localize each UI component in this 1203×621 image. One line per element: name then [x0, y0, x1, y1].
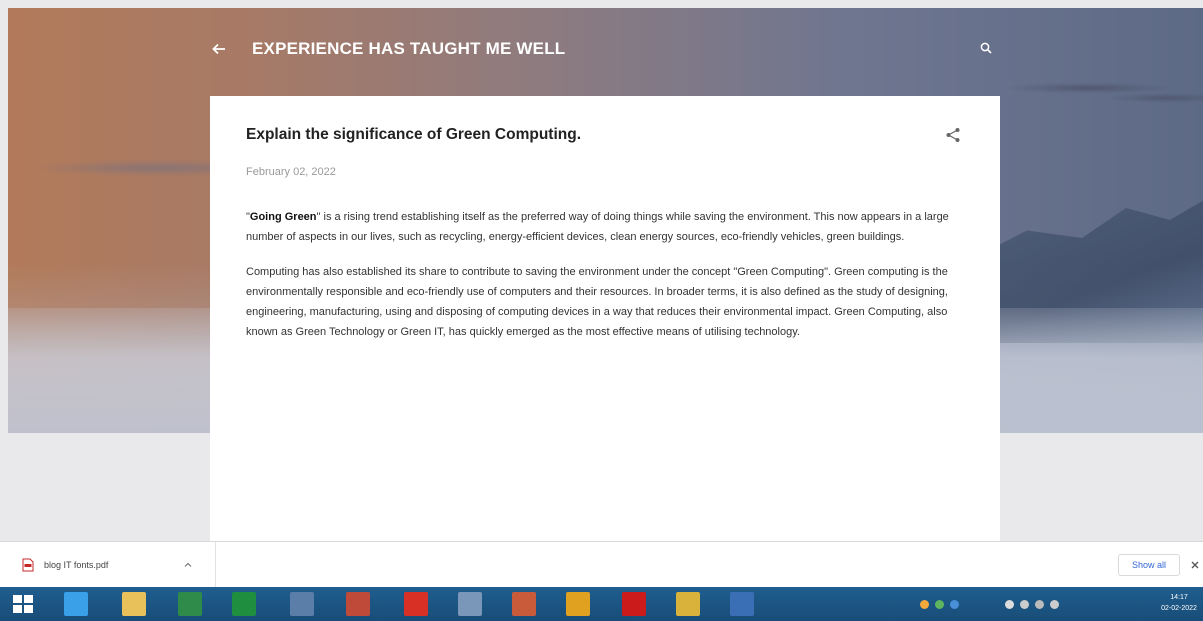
tray-icon[interactable]	[920, 599, 929, 609]
chrome-icon[interactable]	[566, 592, 590, 616]
volume-icon[interactable]	[1020, 599, 1029, 609]
word-doc-icon[interactable]	[346, 592, 370, 616]
share-icon[interactable]	[942, 124, 964, 146]
system-tray	[920, 597, 1059, 611]
clock-time: 14:17	[1170, 594, 1188, 601]
windows-start-icon[interactable]	[12, 594, 34, 614]
excel-icon[interactable]	[178, 592, 202, 616]
tray-icon[interactable]	[935, 599, 944, 609]
blog-header: EXPERIENCE HAS TAUGHT ME WELL	[208, 36, 565, 62]
bold-term: Going Green	[249, 211, 317, 223]
internet-explorer-icon[interactable]	[64, 592, 88, 616]
battery-icon[interactable]	[1035, 599, 1044, 609]
anydesk-icon[interactable]	[404, 592, 428, 616]
post-card: Explain the significance of Green Comput…	[210, 96, 1000, 546]
network-icon[interactable]	[1005, 599, 1014, 609]
search-icon[interactable]	[976, 38, 996, 58]
taskbar-clock[interactable]: 14:17 02-02-2022	[1158, 592, 1200, 614]
back-arrow-icon[interactable]	[208, 38, 230, 60]
post-paragraph-1: "Going Green" is a rising trend establis…	[246, 207, 962, 247]
media-icon[interactable]	[290, 592, 314, 616]
download-item[interactable]: blog IT fonts.pdf	[0, 542, 216, 588]
download-file-name: blog IT fonts.pdf	[44, 560, 109, 570]
file-explorer-icon[interactable]	[122, 592, 146, 616]
blog-title[interactable]: EXPERIENCE HAS TAUGHT ME WELL	[252, 39, 565, 59]
clock-date: 02-02-2022	[1161, 605, 1197, 612]
paint-icon[interactable]	[730, 592, 754, 616]
notepad-icon[interactable]	[458, 592, 482, 616]
opera-icon[interactable]	[622, 592, 646, 616]
app-icon-yellow[interactable]	[676, 592, 700, 616]
pdf-file-icon	[22, 558, 34, 572]
paragraph-1-text: is a rising trend establishing itself as…	[246, 211, 949, 243]
access-icon[interactable]	[232, 592, 256, 616]
tray-icon[interactable]	[950, 599, 959, 609]
show-all-button[interactable]: Show all	[1118, 554, 1180, 576]
post-body: "Going Green" is a rising trend establis…	[246, 207, 962, 357]
download-bar: blog IT fonts.pdf Show all	[0, 541, 1203, 588]
post-date[interactable]: February 02, 2022	[246, 166, 336, 178]
close-icon[interactable]	[1188, 556, 1202, 574]
chevron-up-icon[interactable]	[182, 559, 194, 571]
screen: EXPERIENCE HAS TAUGHT ME WELL Explain th…	[0, 0, 1203, 621]
notification-icon[interactable]	[1050, 599, 1059, 609]
post-paragraph-2: Computing has also established its share…	[246, 266, 948, 338]
post-title: Explain the significance of Green Comput…	[246, 126, 582, 143]
windows-taskbar: 14:17 02-02-2022	[0, 587, 1203, 621]
powerpoint-icon[interactable]	[512, 592, 536, 616]
